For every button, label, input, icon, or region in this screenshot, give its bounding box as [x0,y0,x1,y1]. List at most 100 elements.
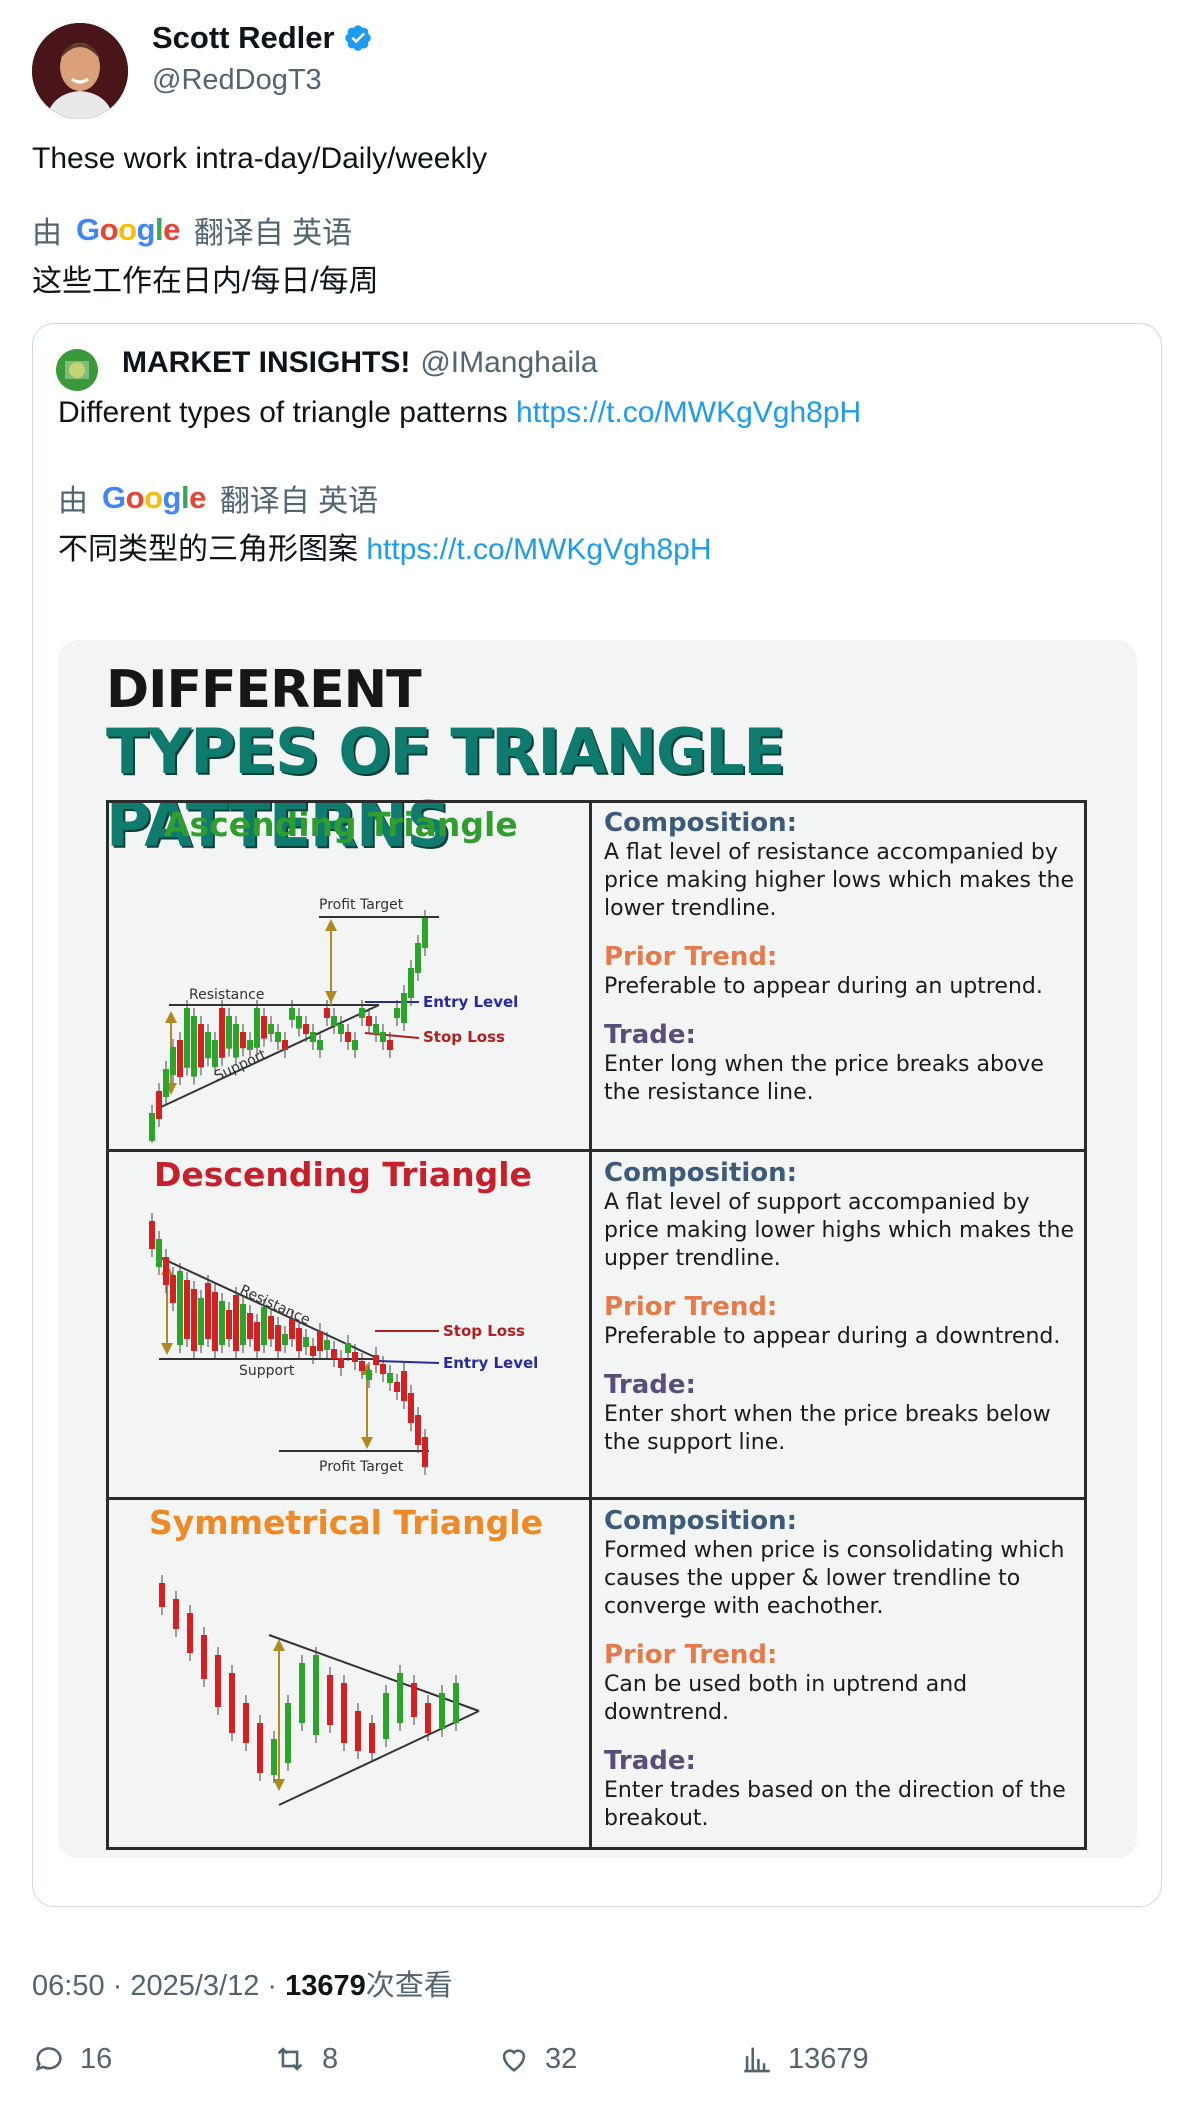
like-button[interactable]: 32 [497,2042,577,2076]
candle-body [380,1364,386,1374]
candle-body [352,1352,358,1362]
author-name[interactable]: Scott Redler [152,20,335,56]
tweet-meta: 06:50 · 2025/3/12 · 13679次查看 [32,1962,453,2004]
symmetrical-description: Composition: Formed when price is consol… [604,1506,1066,1831]
candle-body [198,1024,204,1068]
candle-body [355,1711,361,1751]
candle-body [184,1280,190,1339]
candle-body [268,1024,274,1034]
candle-body [212,1040,218,1067]
candle-body [359,1008,365,1018]
quoted-link[interactable]: https://t.co/MWKgVgh8pH [516,396,861,429]
quoted-author-row[interactable]: MARKET INSIGHTS! @IManghaila [122,346,598,380]
candle-body [149,1221,155,1249]
candle-body [439,1693,445,1729]
candle-body [303,1024,309,1034]
candle-body [373,1024,379,1034]
retweet-button[interactable]: 8 [272,2042,338,2076]
svg-text:Stop Loss: Stop Loss [443,1322,525,1340]
candle-body [247,1313,253,1339]
candle-body [425,1703,431,1733]
candle-body [313,1655,319,1735]
candle-body [233,1024,239,1058]
views-count: 13679 [788,2042,869,2075]
candle-body [177,1271,183,1345]
candle-body [317,1040,323,1050]
translation-attribution: 由 Google 翻译自 英语 [32,208,352,252]
candle-body [366,1370,372,1380]
candle-body [310,1032,316,1042]
candle-body [233,1295,239,1351]
section-title-descending: Descending Triangle [154,1155,532,1194]
candle-body [401,993,407,1023]
candle-body [282,1040,288,1050]
candle-body [240,1304,246,1345]
view-count-suffix: 次查看 [365,1970,453,2002]
quoted-translation-prefix: 由 [58,485,88,518]
author-handle[interactable]: @RedDogT3 [152,64,322,97]
candle-body [275,1032,281,1042]
symmetrical-triangle-diagram [159,1575,480,1806]
candle-body [219,1301,225,1345]
svg-text:Resistance: Resistance [189,987,264,1003]
candle-body [397,1673,403,1723]
quoted-author-handle[interactable]: @IManghaila [420,346,597,380]
candle-body [198,1298,204,1345]
quoted-author-avatar[interactable] [56,349,98,391]
reply-button[interactable]: 16 [32,2042,112,2076]
candle-body [299,1663,305,1723]
candle-body [359,1361,365,1371]
candle-body [212,1292,218,1351]
candle-body [201,1635,207,1679]
candle-body [282,1334,288,1345]
candle-body [338,1024,344,1034]
candle-body [289,1008,295,1020]
quoted-author-name[interactable]: MARKET INSIGHTS! [122,346,410,380]
candle-body [156,1239,162,1267]
retweet-icon [277,2047,303,2071]
translated-text: 这些工作在日内/每日/每周 [32,265,379,298]
quoted-translated-link[interactable]: https://t.co/MWKgVgh8pH [366,533,711,566]
candle-body [149,1113,155,1141]
candle-body [408,968,414,998]
candle-body [387,1373,393,1383]
candle-body [394,1008,400,1018]
candle-body [422,918,428,948]
ascending-triangle-diagram: Profit Target Resistance Support Entry L… [149,897,518,1143]
candle-body [191,1289,197,1351]
candle-body [387,1040,393,1050]
candle-body [156,1091,162,1119]
quoted-text-body: Different types of triangle patterns [58,396,508,429]
candle-body [159,1583,165,1607]
candle-body [317,1331,323,1351]
google-logo-icon: Google [76,212,180,247]
quoted-translated-text: 不同类型的三角形图案 https://t.co/MWKgVgh8pH [58,524,712,568]
views-button[interactable]: 13679 [740,2042,869,2076]
candle-body [226,1310,232,1339]
author-name-row[interactable]: Scott Redler [152,20,373,56]
candle-body [205,1032,211,1059]
candle-body [453,1683,459,1723]
candle-body [366,1016,372,1026]
candle-body [401,1371,407,1401]
infographic-image[interactable]: DIFFERENT TYPES OF TRIANGLE PATTERNS Asc… [58,640,1137,1858]
candle-body [415,943,421,973]
ascending-description: Composition: A flat level of resistance … [604,808,1075,1105]
candle-body [219,1008,225,1058]
quoted-translation-attribution: 由 Google 翻译自 英语 [58,476,378,520]
svg-text:Profit Target: Profit Target [319,897,404,913]
candle-body [187,1613,193,1653]
tweet-text: These work intra-day/Daily/weekly [32,142,488,175]
candle-body [331,1349,337,1359]
translation-suffix: 翻译自 英语 [193,217,353,250]
candle-body [261,1307,267,1345]
translation-prefix: 由 [32,217,62,250]
candle-body [163,1069,169,1097]
view-count: 13679 [285,1970,366,2002]
analytics-icon [744,2047,770,2073]
tweet-timestamp[interactable]: 06:50 · 2025/3/12 · [32,1970,285,2002]
google-logo-icon: Google [102,480,206,515]
candle-body [394,1382,400,1392]
candle-body [184,1008,190,1068]
author-avatar[interactable] [32,23,128,119]
